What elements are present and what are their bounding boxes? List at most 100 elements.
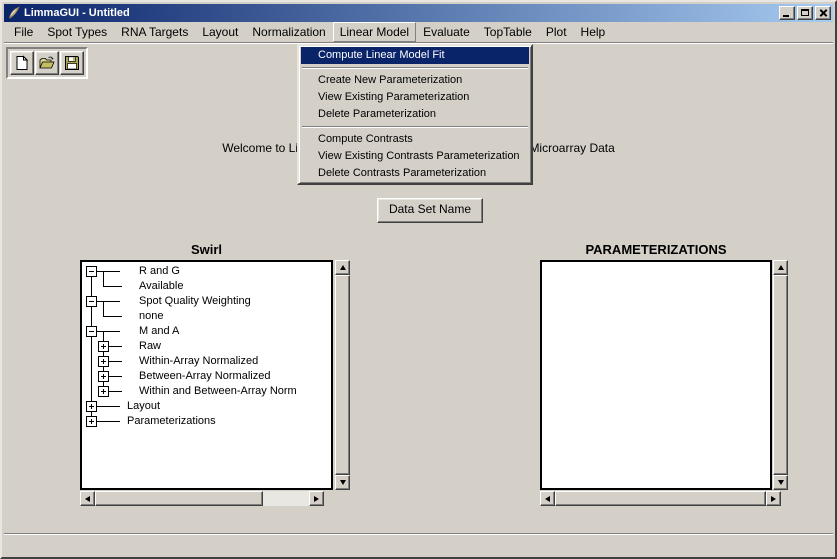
menubar-item-toptable[interactable]: TopTable xyxy=(477,22,539,42)
menu-item-compute-contrasts[interactable]: Compute Contrasts xyxy=(301,131,529,148)
tree-node-label[interactable]: Between-Array Normalized xyxy=(139,369,270,384)
menubar-item-layout[interactable]: Layout xyxy=(195,22,245,42)
tree-connector-line xyxy=(109,391,122,392)
tree-node-label[interactable]: R and G xyxy=(139,264,180,279)
tree-node-none[interactable]: none xyxy=(82,309,331,324)
open-file-button[interactable] xyxy=(35,51,59,75)
tree-node-available[interactable]: Available xyxy=(82,279,331,294)
collapse-icon[interactable] xyxy=(86,296,97,307)
menubar-item-file[interactable]: File xyxy=(7,22,40,42)
scroll-trough[interactable] xyxy=(263,491,309,506)
menu-item-compute-linear-model-fit[interactable]: Compute Linear Model Fit xyxy=(301,47,529,64)
maximize-button[interactable] xyxy=(797,6,813,20)
expand-icon[interactable] xyxy=(98,371,109,382)
collapse-icon[interactable] xyxy=(86,266,97,277)
scroll-up-button[interactable] xyxy=(773,260,788,275)
menubar-item-linear-model[interactable]: Linear Model xyxy=(333,22,416,42)
collapse-icon[interactable] xyxy=(86,326,97,337)
tree-vertical-scrollbar[interactable] xyxy=(335,260,350,490)
tree-node-label[interactable]: Available xyxy=(139,279,183,294)
expand-icon[interactable] xyxy=(86,401,97,412)
parameterizations-horizontal-scrollbar[interactable] xyxy=(540,491,781,506)
tree-node-spot-quality-weighting[interactable]: Spot Quality Weighting xyxy=(82,294,331,309)
tree-node-within-and-between-array-norm[interactable]: Within and Between-Array Norm xyxy=(82,384,331,399)
menubar-item-rna-targets[interactable]: RNA Targets xyxy=(114,22,195,42)
limmagui-window: LimmaGUI - Untitled FileSpot TypesRNA Ta… xyxy=(0,0,837,559)
save-file-button[interactable] xyxy=(60,51,84,75)
menu-item-view-existing-parameterization[interactable]: View Existing Parameterization xyxy=(301,89,529,106)
scroll-right-button[interactable] xyxy=(766,491,781,506)
menu-separator xyxy=(302,67,528,69)
tree-horizontal-scrollbar[interactable] xyxy=(80,491,324,506)
parameterizations-listbox[interactable] xyxy=(540,260,772,490)
open-folder-icon xyxy=(39,55,55,71)
tree-node-label[interactable]: Within and Between-Array Norm xyxy=(139,384,297,399)
new-document-icon xyxy=(14,55,30,71)
tree-node-label[interactable]: Parameterizations xyxy=(127,414,216,429)
scroll-down-button[interactable] xyxy=(773,475,788,490)
scroll-left-button[interactable] xyxy=(80,491,95,506)
expand-icon[interactable] xyxy=(98,356,109,367)
menu-item-view-existing-contrasts-parameterization[interactable]: View Existing Contrasts Parameterization xyxy=(301,148,529,165)
tree-node-between-array-normalized[interactable]: Between-Array Normalized xyxy=(82,369,331,384)
close-button[interactable] xyxy=(815,6,831,20)
bottom-divider xyxy=(4,533,833,535)
menu-item-create-new-parameterization[interactable]: Create New Parameterization xyxy=(301,72,529,89)
expand-icon[interactable] xyxy=(98,341,109,352)
arrow-down-icon xyxy=(340,480,346,485)
tree-node-within-array-normalized[interactable]: Within-Array Normalized xyxy=(82,354,331,369)
tree-connector-line xyxy=(97,271,120,272)
tree-node-label[interactable]: M and A xyxy=(139,324,179,339)
tree-node-layout[interactable]: Layout xyxy=(82,399,331,414)
arrow-right-icon xyxy=(314,496,319,502)
menubar-item-normalization[interactable]: Normalization xyxy=(245,22,332,42)
tk-feather-icon xyxy=(7,6,21,20)
expand-icon[interactable] xyxy=(86,416,97,427)
tree-node-parameterizations[interactable]: Parameterizations xyxy=(82,414,331,429)
scroll-down-button[interactable] xyxy=(335,475,350,490)
expand-icon[interactable] xyxy=(98,386,109,397)
menu-item-delete-contrasts-parameterization[interactable]: Delete Contrasts Parameterization xyxy=(301,165,529,182)
scroll-thumb[interactable] xyxy=(555,491,766,506)
arrow-right-icon xyxy=(771,496,776,502)
tree-connector-line xyxy=(97,406,120,407)
tree-node-label[interactable]: Within-Array Normalized xyxy=(139,354,258,369)
menubar-item-evaluate[interactable]: Evaluate xyxy=(416,22,477,42)
arrow-left-icon xyxy=(85,496,90,502)
scroll-up-button[interactable] xyxy=(335,260,350,275)
menu-separator xyxy=(302,126,528,128)
scroll-thumb[interactable] xyxy=(773,275,788,475)
parameterizations-vertical-scrollbar[interactable] xyxy=(773,260,788,490)
tree-connector-line xyxy=(109,376,122,377)
left-panel-title: Swirl xyxy=(80,242,333,257)
arrow-up-icon xyxy=(778,265,784,270)
menubar-item-plot[interactable]: Plot xyxy=(539,22,574,42)
tree-node-label[interactable]: Raw xyxy=(139,339,161,354)
minimize-icon xyxy=(783,15,789,17)
tree-connector-line xyxy=(109,346,122,347)
menu-item-delete-parameterization[interactable]: Delete Parameterization xyxy=(301,106,529,123)
tree-connector-line xyxy=(103,286,122,287)
scroll-thumb[interactable] xyxy=(335,275,350,475)
window-titlebar: LimmaGUI - Untitled xyxy=(4,4,833,22)
data-set-name-button[interactable]: Data Set Name xyxy=(377,198,483,223)
scroll-thumb[interactable] xyxy=(95,491,263,506)
tree-connector-line xyxy=(103,271,104,279)
arrow-up-icon xyxy=(340,265,346,270)
tree-connector-line xyxy=(97,331,120,332)
menubar-item-help[interactable]: Help xyxy=(574,22,613,42)
tree-node-label[interactable]: Layout xyxy=(127,399,160,414)
tree-node-raw[interactable]: Raw xyxy=(82,339,331,354)
dataset-tree[interactable]: R and GAvailableSpot Quality Weightingno… xyxy=(80,260,333,490)
scroll-right-button[interactable] xyxy=(309,491,324,506)
tree-connector-line xyxy=(103,316,122,317)
tree-node-r-and-g[interactable]: R and G xyxy=(82,264,331,279)
minimize-button[interactable] xyxy=(779,6,795,20)
menubar: FileSpot TypesRNA TargetsLayoutNormaliza… xyxy=(4,22,833,42)
tree-node-label[interactable]: none xyxy=(139,309,163,324)
scroll-left-button[interactable] xyxy=(540,491,555,506)
tree-node-label[interactable]: Spot Quality Weighting xyxy=(139,294,251,309)
menubar-item-spot-types[interactable]: Spot Types xyxy=(40,22,114,42)
tree-node-m-and-a[interactable]: M and A xyxy=(82,324,331,339)
new-file-button[interactable] xyxy=(10,51,34,75)
